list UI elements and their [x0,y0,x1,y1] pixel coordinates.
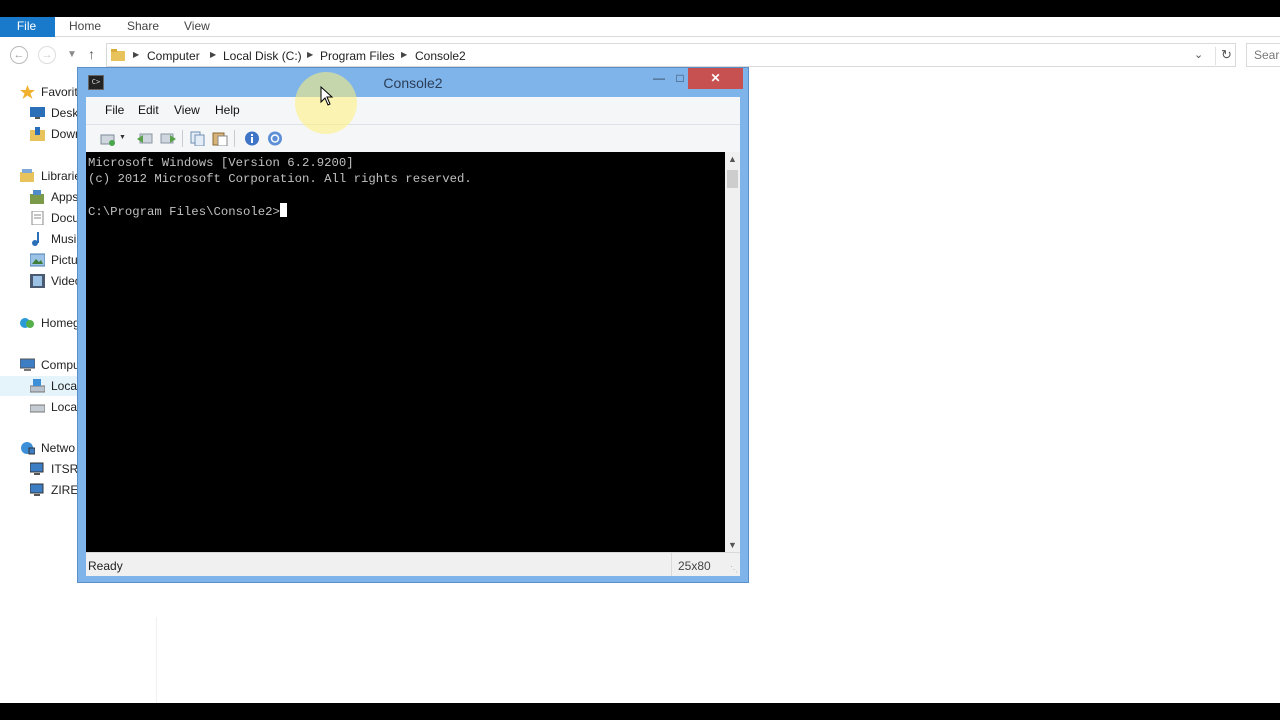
refresh-icon: ↻ [1221,47,1232,62]
toolbar-separator [234,130,235,147]
maximize-button[interactable]: □ [672,68,688,89]
back-button[interactable]: ← [10,46,28,64]
breadcrumb-computer[interactable]: Computer [147,49,200,63]
terminal-line: Microsoft Windows [Version 6.2.9200] [88,156,354,170]
nav-item-label: Docu [51,211,80,225]
explorer-window: File Home Share View ← → ▼ ↑ ▶ Computer … [0,17,1280,703]
forward-arrow-icon: → [41,49,53,61]
resize-grip-icon[interactable]: ⋱ [730,565,738,574]
chevron-down-icon: ▼ [67,49,77,60]
navigation-pane: Favorit Deskt Down Librarie Apps Docu Mu… [0,77,87,703]
nav-item-label: Pictu [51,253,78,267]
pictures-icon [30,253,45,267]
tab-file[interactable]: File [0,17,55,37]
breadcrumb-program-files[interactable]: Program Files [320,49,395,63]
console2-window: C> Console2 — □ ✕ File Edit View Help ▼ … [77,67,749,583]
menu-file[interactable]: File [105,103,124,117]
title-bar[interactable]: C> Console2 — □ ✕ [78,68,748,98]
scroll-down-icon[interactable]: ▼ [725,540,740,550]
computer-icon [20,358,35,371]
network-computer-icon [30,462,44,475]
tab-home[interactable]: Home [69,17,101,37]
search-input[interactable]: Sear [1246,43,1280,67]
address-dropdown-icon[interactable]: ⌄ [1194,48,1203,61]
address-bar[interactable]: ▶ Computer ▶ Local Disk (C:) ▶ Program F… [106,43,1236,67]
pane-divider[interactable] [156,617,157,703]
terminal-line: (c) 2012 Microsoft Corporation. All righ… [88,172,472,186]
status-bar: Ready 25x80 ⋱ [86,552,740,576]
status-text: Ready [88,559,123,573]
back-arrow-icon: ← [13,49,25,61]
maximize-icon: □ [676,71,684,85]
network-icon [21,442,35,455]
up-arrow-icon: ↑ [88,46,95,62]
star-icon [20,85,35,99]
toolbar: ▼ [86,125,740,152]
nav-item-label: Local [51,379,80,393]
nav-item-local-disk-c[interactable]: Local [0,376,80,396]
drive-icon [30,404,45,413]
ribbon-tab-bar: File Home Share View [0,17,1280,37]
copy-icon[interactable] [190,131,206,146]
menu-help[interactable]: Help [215,103,240,117]
menu-edit[interactable]: Edit [138,103,159,117]
homegroup-icon [20,318,34,328]
breadcrumb-separator-icon: ▶ [307,50,314,59]
breadcrumb-separator-icon: ▶ [210,50,217,59]
folder-icon [111,49,125,61]
terminal-output[interactable]: Microsoft Windows [Version 6.2.9200] (c) … [86,152,725,552]
recent-locations-button[interactable]: ▼ [67,49,77,60]
mouse-pointer-icon [320,86,334,106]
tab-view[interactable]: View [184,17,210,37]
nav-item-label: Musi [51,232,77,246]
apps-icon [30,190,44,204]
nav-item-label: Compu [41,358,80,372]
libraries-icon [20,169,34,182]
tab-share[interactable]: Share [127,17,159,37]
close-button[interactable]: ✕ [688,68,743,89]
toolbar-separator [182,130,183,147]
nav-item-label: Local [51,400,80,414]
breadcrumb-separator-icon: ▶ [133,50,140,59]
scroll-up-icon[interactable]: ▲ [725,154,740,164]
minimize-button[interactable]: — [646,68,672,89]
videos-icon [30,274,45,288]
dropdown-arrow-icon[interactable]: ▼ [119,134,126,141]
info-icon[interactable] [244,131,260,146]
breadcrumb-separator-icon: ▶ [401,50,408,59]
text-caret [279,203,287,217]
help-icon[interactable] [267,131,283,146]
new-tab-icon[interactable] [100,131,116,146]
up-button[interactable]: ↑ [88,46,95,62]
desktop-icon [30,107,45,119]
refresh-button[interactable]: ↻ [1215,47,1233,65]
minimize-icon: — [653,71,665,85]
drive-c-icon [30,379,45,393]
menu-bar: File Edit View Help [86,97,740,125]
nav-item-label: Librarie [41,169,82,183]
vertical-scrollbar[interactable]: ▲ ▼ [725,152,740,552]
terminal-prompt-line: C:\Program Files\Console2> [88,203,723,220]
next-tab-icon[interactable] [160,131,176,146]
nav-item-label: Homeg [41,316,80,330]
nav-item-label: Netwo [41,441,76,455]
breadcrumb-console2[interactable]: Console2 [415,49,466,63]
scrollbar-thumb[interactable] [727,170,738,188]
music-icon [32,232,39,246]
nav-item-label: Apps [51,190,79,204]
network-computer-icon [30,483,44,496]
menu-view[interactable]: View [174,103,200,117]
paste-icon[interactable] [212,131,228,146]
close-icon: ✕ [710,71,721,85]
terminal-prompt: C:\Program Files\Console2> [88,205,280,219]
breadcrumb-local-disk[interactable]: Local Disk (C:) [223,49,302,63]
nav-item-label: Favorit [41,85,78,99]
documents-icon [31,211,44,225]
downloads-folder-icon [30,127,45,141]
forward-button[interactable]: → [38,46,56,64]
previous-tab-icon[interactable] [137,131,153,146]
